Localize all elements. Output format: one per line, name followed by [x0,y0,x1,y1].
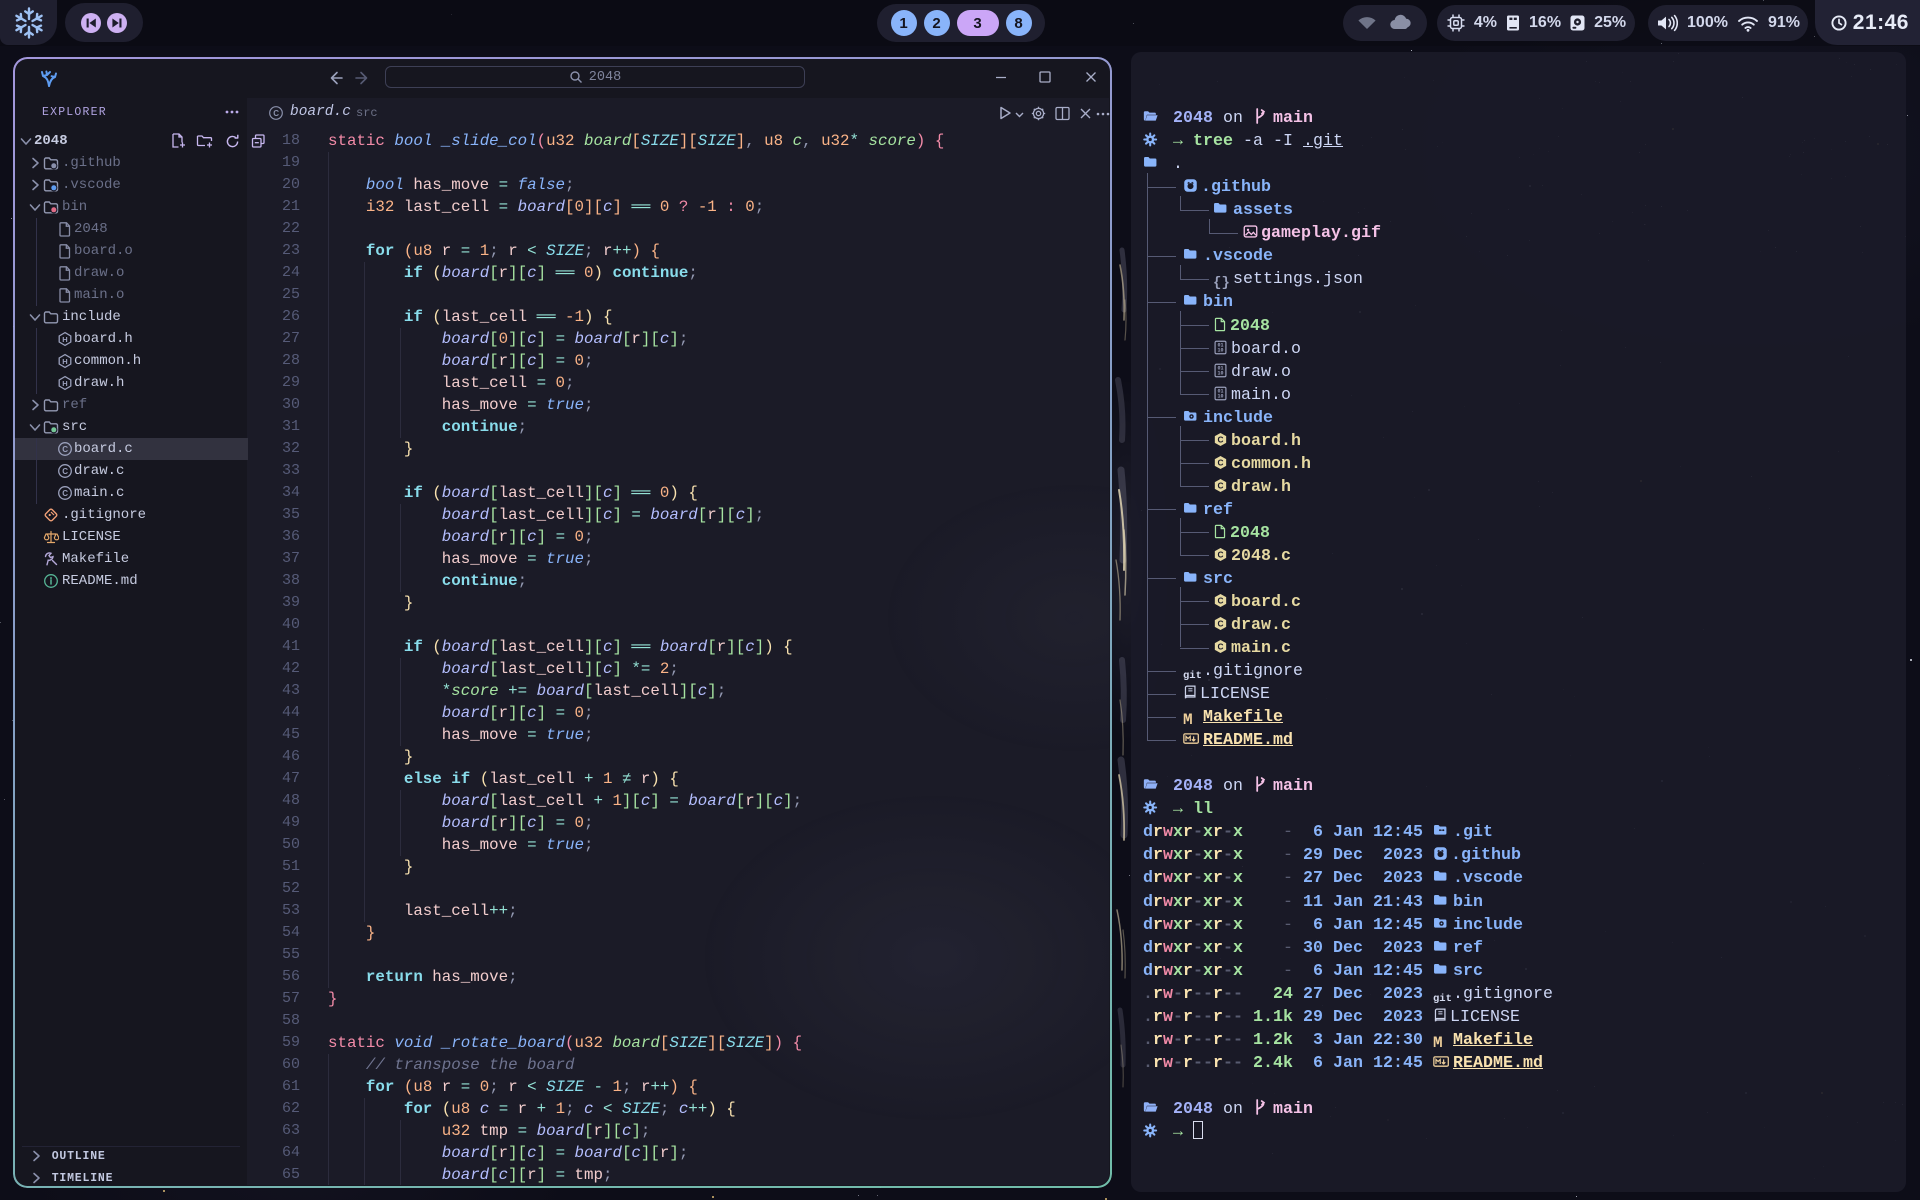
svg-text:10: 10 [1217,370,1223,376]
svg-text:C: C [1217,595,1223,605]
svg-text:C: C [1217,619,1223,629]
svg-text:C: C [1217,434,1223,444]
svg-text:C: C [1217,642,1223,652]
svg-text:10: 10 [1217,347,1223,353]
svg-text:C: C [1217,549,1223,559]
svg-text:10: 10 [1217,393,1223,399]
svg-text:C: C [1217,480,1223,490]
svg-text:C: C [1217,457,1223,467]
